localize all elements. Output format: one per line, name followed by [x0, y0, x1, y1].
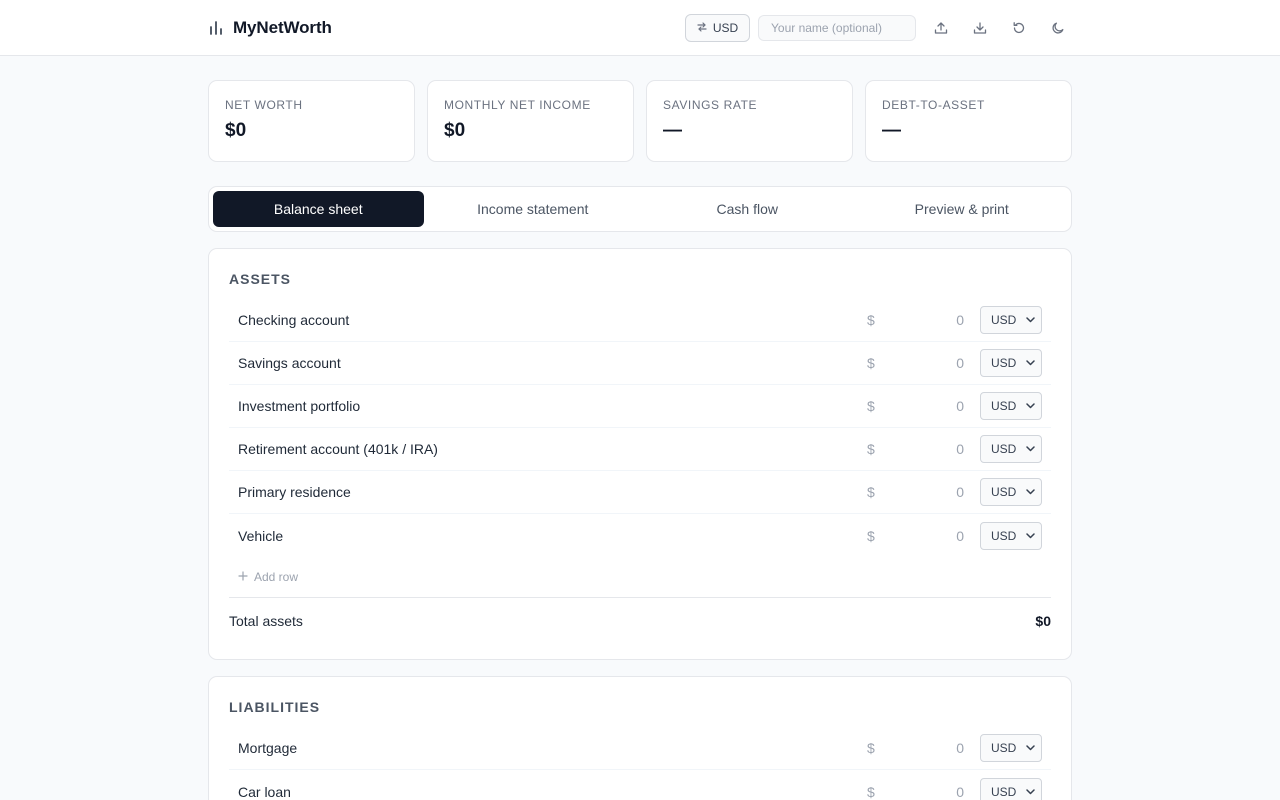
amount-input[interactable]: 0 [883, 441, 971, 457]
amount-input[interactable]: 0 [883, 355, 971, 371]
currency-symbol: $ [867, 740, 875, 756]
currency-select-value: USD [991, 528, 1017, 543]
stat-value: $0 [444, 120, 466, 141]
add-row-button[interactable]: Add row [229, 557, 1051, 597]
currency-select-value: USD [991, 784, 1017, 799]
list-item: Retirement account (401k / IRA) $ 0 USD [229, 428, 1051, 471]
row-label[interactable]: Savings account [238, 355, 867, 371]
assets-section: Assets Checking account $ 0 USD Savings … [208, 248, 1072, 660]
list-item: Checking account $ 0 USD [229, 299, 1051, 342]
amount-input[interactable]: 0 [883, 784, 971, 800]
list-item: Primary residence $ 0 USD [229, 471, 1051, 514]
summary-cards: Net worth $0 Monthly net income $0 Savin… [208, 80, 1072, 162]
currency-select[interactable]: USD [980, 349, 1042, 377]
currency-symbol: $ [867, 355, 875, 371]
brand-name: MyNetWorth [233, 18, 332, 37]
currency-button-label: USD [712, 21, 739, 35]
stat-monthly-net-income: Monthly net income $0 [427, 80, 634, 162]
reset-icon [1012, 21, 1026, 35]
amount-input[interactable]: 0 [883, 740, 971, 756]
currency-symbol: $ [867, 312, 875, 328]
header-actions: USD [685, 14, 1073, 42]
add-row-label: Add row [254, 570, 299, 584]
name-input[interactable] [758, 15, 916, 41]
currency-symbol: $ [867, 441, 875, 457]
total-value: $0 [1035, 612, 1051, 629]
reset-button[interactable] [1004, 14, 1034, 42]
currency-select[interactable]: USD [980, 521, 1042, 550]
tab-income-statement[interactable]: Income statement [428, 191, 639, 227]
download-icon [973, 21, 987, 35]
upload-icon [934, 21, 948, 35]
amount-input[interactable]: 0 [883, 528, 971, 544]
stat-label: Savings rate [663, 98, 758, 112]
currency-select[interactable]: USD [980, 777, 1042, 800]
currency-button[interactable]: USD [685, 14, 750, 42]
currency-symbol: $ [867, 527, 875, 544]
bar-chart-icon [208, 20, 224, 36]
section-title: Assets [229, 271, 292, 287]
stat-label: Debt-to-asset [882, 98, 985, 112]
currency-symbol: $ [867, 398, 875, 414]
currency-select[interactable]: USD [980, 734, 1042, 762]
currency-select[interactable]: USD [980, 435, 1042, 463]
row-label[interactable]: Investment portfolio [238, 398, 867, 414]
theme-toggle[interactable] [1043, 14, 1073, 42]
top-bar: MyNetWorth USD [0, 0, 1280, 56]
stat-savings-rate: Savings rate — [646, 80, 853, 162]
currency-select-value: USD [991, 485, 1017, 499]
stat-value: — [882, 120, 901, 141]
stat-value: $0 [225, 120, 247, 141]
total-row: Total assets $0 [229, 597, 1051, 643]
amount-input[interactable]: 0 [883, 398, 971, 414]
total-label: Total assets [229, 612, 303, 629]
currency-select[interactable]: USD [980, 478, 1042, 506]
row-label[interactable]: Vehicle [238, 528, 867, 544]
tab-bar: Balance sheet Income statement Cash flow… [208, 186, 1072, 232]
row-label[interactable]: Retirement account (401k / IRA) [238, 441, 867, 457]
row-label[interactable]: Checking account [238, 312, 867, 328]
currency-select-value: USD [991, 313, 1017, 327]
amount-input[interactable]: 0 [883, 484, 971, 500]
currency-select-value: USD [991, 399, 1017, 413]
liability-rows: Mortgage $ 0 USD Car loan $ 0 USD [229, 727, 1051, 800]
currency-select[interactable]: USD [980, 306, 1042, 334]
currency-symbol: $ [867, 484, 875, 500]
list-item: Investment portfolio $ 0 USD [229, 385, 1051, 428]
list-item: Savings account $ 0 USD [229, 342, 1051, 385]
currency-select-value: USD [991, 356, 1017, 370]
liabilities-section: Liabilities Mortgage $ 0 USD Car loan $ … [208, 676, 1072, 800]
tab-cash-flow[interactable]: Cash flow [642, 191, 853, 227]
stat-label: Net worth [225, 98, 303, 112]
brand[interactable]: MyNetWorth [208, 16, 332, 40]
section-title: Liabilities [229, 699, 321, 715]
currency-select-value: USD [991, 442, 1017, 456]
stat-net-worth: Net worth $0 [208, 80, 415, 162]
row-label[interactable]: Car loan [238, 784, 867, 800]
amount-input[interactable]: 0 [883, 312, 971, 328]
tab-preview-print[interactable]: Preview & print [857, 191, 1068, 227]
row-label[interactable]: Mortgage [238, 740, 867, 756]
import-button[interactable] [965, 14, 995, 42]
export-button[interactable] [926, 14, 956, 42]
swap-icon [697, 21, 707, 35]
stat-debt-to-asset: Debt-to-asset — [865, 80, 1072, 162]
stat-label: Monthly net income [444, 98, 591, 112]
list-item: Vehicle $ 0 USD [229, 514, 1051, 557]
row-label[interactable]: Primary residence [238, 484, 867, 500]
currency-select[interactable]: USD [980, 392, 1042, 420]
list-item: Mortgage $ 0 USD [229, 727, 1051, 770]
stat-value: — [663, 120, 682, 141]
moon-icon [1051, 21, 1065, 35]
currency-select-value: USD [991, 741, 1017, 755]
currency-symbol: $ [867, 783, 875, 800]
plus-icon [238, 570, 248, 584]
tab-balance-sheet[interactable]: Balance sheet [213, 191, 424, 227]
asset-rows: Checking account $ 0 USD Savings account… [229, 299, 1051, 557]
list-item: Car loan $ 0 USD [229, 770, 1051, 800]
